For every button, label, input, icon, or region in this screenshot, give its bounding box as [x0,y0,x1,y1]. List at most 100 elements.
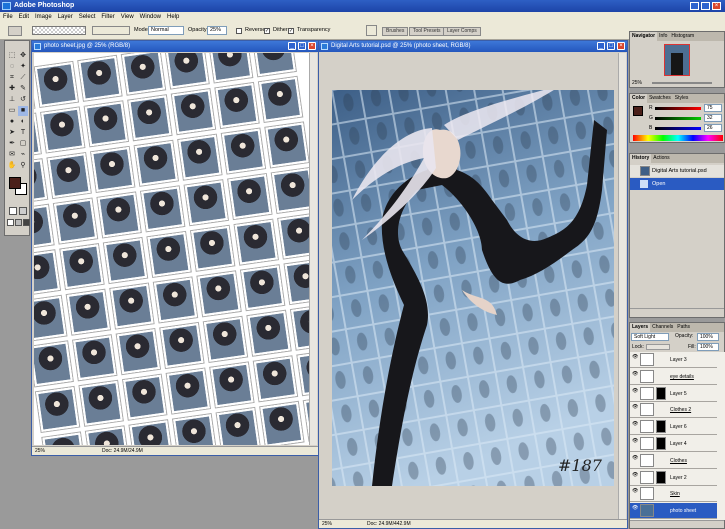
layer-mask-thumbnail[interactable] [656,437,666,450]
reverse-checkbox[interactable] [236,28,242,34]
layer-mask-thumbnail[interactable] [656,386,666,400]
menu-layer[interactable]: Layer [55,14,76,20]
vertical-scrollbar[interactable] [309,53,317,445]
artwork-canvas[interactable]: #187 [332,90,614,486]
crop-tool-icon[interactable]: ⌗ [7,73,17,83]
layer-row[interactable]: 👁 Layer 2 [630,470,717,486]
menu-edit[interactable]: Edit [16,14,32,20]
eraser-tool-icon[interactable]: ▭ [7,106,17,116]
transparency-checkbox[interactable]: ✓ [288,28,294,34]
document-window-tutorial[interactable]: Digital Arts tutorial.psd @ 25% (photo s… [318,40,628,529]
doc-minimize-button[interactable]: _ [288,42,296,50]
quick-mask-icon[interactable] [19,207,27,215]
layer-row[interactable]: 👁 Skin [630,486,717,503]
visibility-eye-icon[interactable]: 👁 [632,371,638,377]
zoom-level[interactable]: 25% [322,521,332,527]
maximize-button[interactable] [701,2,710,10]
layer-row[interactable]: 👁 Layer 4 [630,436,717,452]
color-foreground-chip[interactable] [633,106,643,116]
fill-input[interactable]: 100% [697,343,719,351]
minimize-button[interactable] [690,2,699,10]
layer-row[interactable]: 👁 eye details [630,369,717,385]
doc-close-button[interactable]: × [617,42,625,50]
screen-mode-full-icon[interactable] [23,219,30,226]
type-tool-icon[interactable]: T [18,128,28,138]
navigator-zoom-slider[interactable] [652,82,712,84]
visibility-eye-icon[interactable]: 👁 [632,388,638,394]
menu-select[interactable]: Select [76,14,99,20]
pen-tool-icon[interactable]: ✒ [7,139,17,149]
tab-navigator[interactable]: Navigator [630,32,658,41]
tab-info[interactable]: Info [657,32,669,41]
shape-tool-icon[interactable]: ▢ [18,139,28,149]
layer-opacity-input[interactable]: 100% [697,333,719,341]
layer-row[interactable]: 👁 Clothes 2 [630,402,717,419]
healing-brush-icon[interactable]: ✚ [7,84,17,94]
screen-mode-standard-icon[interactable] [7,219,14,226]
visibility-eye-icon[interactable]: 👁 [632,355,638,360]
tab-color[interactable]: Color [630,94,648,103]
visibility-eye-icon[interactable]: 👁 [632,506,638,511]
move-tool-icon[interactable]: ✥ [18,51,28,61]
visibility-eye-icon[interactable]: 👁 [632,405,638,410]
doc-minimize-button[interactable]: _ [597,42,605,50]
document-title-bar[interactable]: photo sheet.jpg @ 25% (RGB/8) [32,41,318,52]
screen-mode-full-menu-icon[interactable] [15,219,22,226]
visibility-eye-icon[interactable]: 👁 [632,455,638,461]
blend-mode-select[interactable]: Soft Light [631,333,669,341]
marquee-tool-icon[interactable]: ⬚ [7,51,17,61]
gradient-tool-icon[interactable]: ■ [18,106,28,116]
blur-tool-icon[interactable]: ● [7,117,17,127]
magic-wand-icon[interactable]: ✦ [18,62,28,72]
doc-close-button[interactable]: × [308,42,316,50]
layer-row[interactable]: 👁 photo sheet [630,503,717,520]
navigator-thumbnail[interactable] [664,44,690,76]
path-selection-icon[interactable]: ➤ [7,128,17,138]
dither-checkbox[interactable]: ✓ [264,28,270,34]
palette-well-tab-tool-presets[interactable]: Tool Presets [409,27,445,36]
zoom-level[interactable]: 25% [35,448,45,454]
tab-histogram[interactable]: Histogram [669,32,696,41]
layer-row[interactable]: 👁 Clothes [630,453,717,469]
layer-row[interactable]: 👁 Layer 5 [630,386,717,402]
canvas-area[interactable]: #187 [321,53,617,519]
opacity-input[interactable]: 25% [207,26,227,35]
red-slider[interactable] [655,107,701,110]
color-ramp[interactable] [633,135,723,141]
menu-file[interactable]: File [0,14,16,20]
layer-row[interactable]: 👁 Layer 6 [630,419,717,436]
foreground-color-swatch[interactable] [9,177,21,189]
visibility-eye-icon[interactable]: 👁 [632,472,638,478]
history-state-open[interactable]: Open [630,178,724,190]
tab-styles[interactable]: Styles [673,94,691,103]
history-snapshot[interactable]: Digital Arts tutorial.psd [630,165,724,177]
tab-paths[interactable]: Paths [675,323,692,332]
red-value[interactable]: 75 [704,104,722,112]
vertical-scrollbar[interactable] [618,53,626,519]
palette-well-tab-brushes[interactable]: Brushes [382,27,409,36]
visibility-eye-icon[interactable]: 👁 [632,489,638,494]
brush-tool-icon[interactable]: ✎ [18,84,28,94]
menu-view[interactable]: View [118,14,137,20]
menu-help[interactable]: Help [164,14,182,20]
tab-channels[interactable]: Channels [650,323,675,332]
tab-actions[interactable]: Actions [651,154,671,163]
mode-select[interactable]: Normal [148,26,184,35]
doc-maximize-button[interactable]: □ [298,42,306,50]
slice-tool-icon[interactable]: ⟋ [18,73,28,83]
close-button[interactable]: × [712,2,721,10]
blue-slider[interactable] [655,127,701,130]
tab-layers[interactable]: Layers [630,323,651,332]
standard-mode-icon[interactable] [9,207,17,215]
eyedropper-icon[interactable]: ⌁ [18,150,28,160]
lasso-tool-icon[interactable]: ◌ [7,62,17,72]
layer-mask-thumbnail[interactable] [656,470,666,484]
doc-maximize-button[interactable]: □ [607,42,615,50]
dodge-tool-icon[interactable]: ◐ [18,117,28,127]
gradient-picker[interactable] [32,26,86,35]
document-title-bar[interactable]: Digital Arts tutorial.psd @ 25% (photo s… [319,41,627,52]
lock-buttons[interactable] [646,344,670,350]
tab-history[interactable]: History [630,154,652,163]
document-window-photo-sheet[interactable]: photo sheet.jpg @ 25% (RGB/8) _ □ × 25% … [31,40,319,456]
menu-filter[interactable]: Filter [98,14,117,20]
